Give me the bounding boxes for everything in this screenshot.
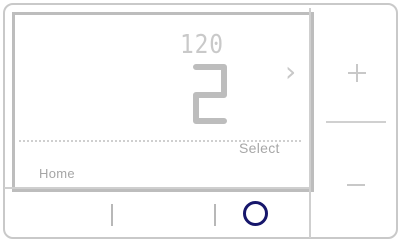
minus-button[interactable] bbox=[343, 175, 371, 195]
chevron-right-icon[interactable]: › bbox=[285, 58, 305, 86]
plus-icon-vertical bbox=[356, 64, 358, 82]
bottom-divider-left bbox=[111, 204, 113, 226]
middle-divider bbox=[326, 121, 386, 123]
main-digit: 2 bbox=[193, 64, 227, 124]
right-panel-divider bbox=[309, 8, 311, 238]
main-digit-shape bbox=[193, 64, 227, 124]
home-label: Home bbox=[39, 166, 75, 181]
plus-button[interactable] bbox=[340, 56, 374, 90]
display-screen bbox=[12, 12, 314, 192]
bottom-panel-divider bbox=[4, 187, 311, 189]
select-label: Select bbox=[239, 140, 280, 156]
bottom-divider-right bbox=[214, 204, 216, 226]
circle-button[interactable] bbox=[243, 201, 268, 226]
minus-icon bbox=[347, 184, 365, 186]
